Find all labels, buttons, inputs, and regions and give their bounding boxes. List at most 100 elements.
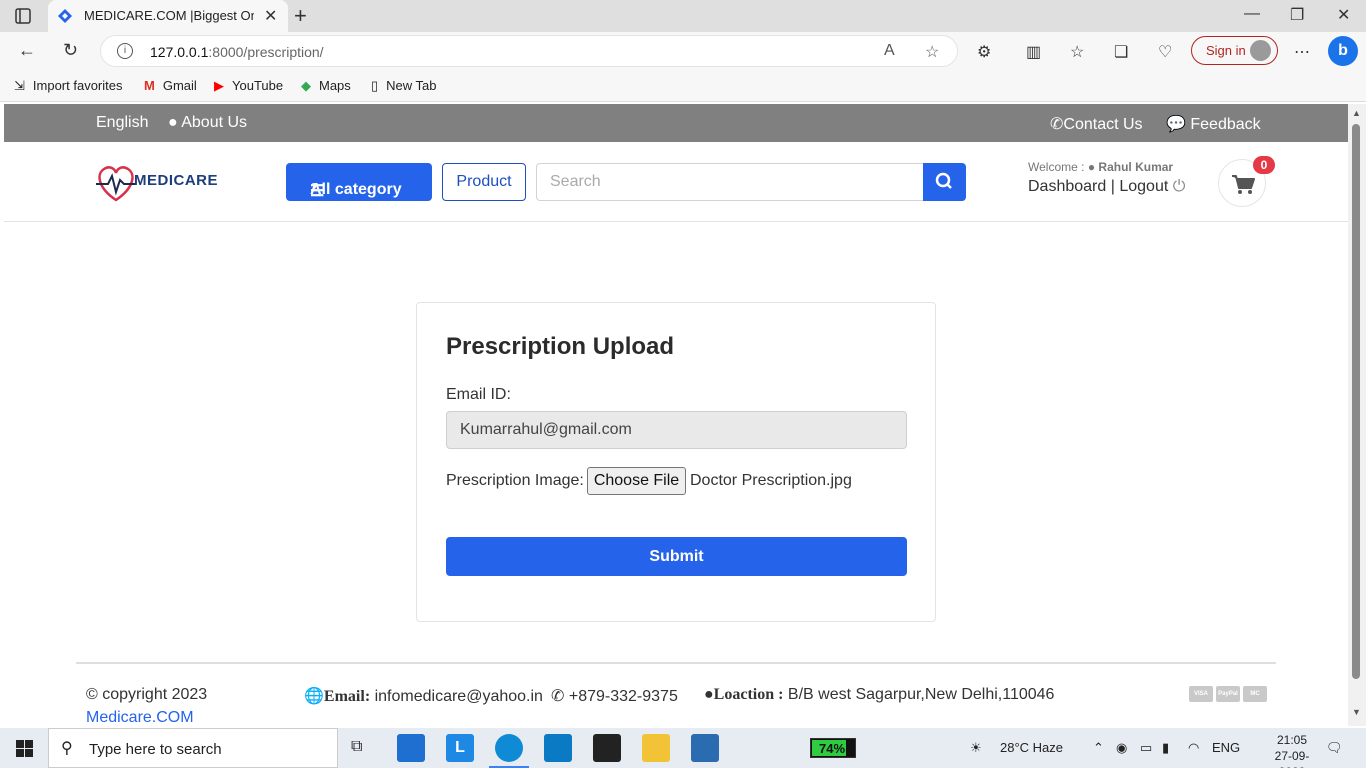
footer-location: ●Loaction : B/B west Sagarpur,New Delhi,… [704,686,1055,703]
edge-icon[interactable] [495,734,523,762]
bookmark-maps[interactable]: ◆ Maps [301,78,351,94]
bookmark-youtube[interactable]: ▶ YouTube [214,78,283,94]
email-label: Email ID: [446,386,511,403]
bookmark-import-favorites[interactable]: ⇲ Import favorites [14,78,123,94]
phone-icon: ✆ [551,688,565,705]
read-aloud-icon[interactable]: A [884,42,895,60]
record-icon[interactable]: ◉ [1116,740,1127,756]
windows-start-icon[interactable] [16,740,33,757]
site-header: MEDICARE ☰ All category ▼ Product Welcom… [4,142,1348,222]
task-view-icon[interactable]: ⧉ [351,738,362,756]
all-category-dropdown[interactable]: ☰ All category ▼ [286,163,432,201]
prescription-upload-card: Prescription Upload Email ID: Prescripti… [416,302,936,622]
taskbar-search[interactable]: ⚲ Type here to search [48,728,338,768]
page-icon: ▯ [371,78,379,93]
welcome-text: Welcome : ● Rahul Kumar [1028,160,1174,174]
search-icon: ⚲ [61,740,73,757]
language-indicator[interactable]: ENG [1212,740,1240,755]
file-explorer-icon[interactable] [642,734,670,762]
vscode-icon[interactable] [544,734,572,762]
user-circle-icon: ● [168,114,178,131]
back-icon[interactable]: ← [18,40,36,61]
address-bar[interactable]: i 127.0.0.1:8000/prescription/ A ☆ [100,35,958,67]
split-screen-icon[interactable]: ▥ [1026,42,1041,62]
language-link[interactable]: English [96,114,148,132]
product-button[interactable]: Product [442,163,526,201]
l-app-icon[interactable]: L [446,734,474,762]
wifi-icon[interactable]: ◠ [1188,740,1199,756]
refresh-icon[interactable]: ↻ [63,40,78,61]
medicare-logo[interactable]: MEDICARE [94,162,224,204]
close-tab-icon[interactable]: ✕ [264,6,277,26]
import-icon: ⇲ [14,78,25,93]
bookmarks-bar: ⇲ Import favorites M Gmail ▶ YouTube ◆ Maps … [0,70,1366,102]
search-input[interactable] [536,163,924,201]
footer-phone: ✆ +879-332-9375 [551,688,678,705]
about-us-link[interactable]: ● About Us [168,114,247,132]
page-scrollbar[interactable]: ▲ ▼ [1348,104,1366,726]
site-info-icon[interactable]: i [117,43,133,59]
photos-icon[interactable] [691,734,719,762]
battery-indicator[interactable]: 74% [810,738,856,758]
taskbar-clock[interactable]: 21:0527-09-2023 [1262,732,1322,768]
comment-icon: 💬 [1166,116,1186,133]
dashboard-link[interactable]: Dashboard [1028,178,1106,195]
browser-tab-active[interactable]: MEDICARE.COM |Biggest Online ✕ [48,0,288,32]
windows-taskbar: ⚲ Type here to search ⧉ L 74% ☀ 28°C Haz… [0,728,1366,768]
battery-tray-icon[interactable]: ▮ [1162,740,1169,756]
youtube-icon: ▶ [214,78,224,93]
prescription-image-label: Prescription Image: [446,472,584,489]
tab-actions-icon[interactable] [14,7,32,25]
close-window-icon[interactable]: ✕ [1337,5,1350,25]
address-toolbar: ← ↻ i 127.0.0.1:8000/prescription/ A ☆ ⚙… [0,32,1366,70]
collections-icon[interactable]: ❏ [1114,42,1128,62]
store-icon[interactable] [397,734,425,762]
chevron-up-icon[interactable]: ⌃ [1093,740,1104,756]
avatar [1250,40,1271,61]
restore-icon[interactable]: ❐ [1290,5,1304,25]
globe-icon: 🌐 [304,688,324,705]
user-circle-icon: ● [1087,160,1096,174]
visa-card-icon: VISA [1189,686,1213,702]
phone-icon: ✆ [1050,116,1064,133]
form-title: Prescription Upload [446,333,675,360]
bookmark-gmail[interactable]: M Gmail [144,78,197,93]
choose-file-button[interactable]: Choose File [587,467,686,495]
site-favicon-icon [58,9,72,23]
url-text: 127.0.0.1:8000/prescription/ [150,44,324,60]
weather-icon[interactable]: ☀ [970,740,982,756]
submit-button[interactable]: Submit [446,537,907,576]
bookmark-new-tab[interactable]: ▯ New Tab [371,78,437,94]
email-field[interactable] [446,411,907,449]
cart-count-badge: 0 [1253,156,1275,174]
site-link[interactable]: Medicare.COM [86,709,194,726]
copyright-text: © copyright 2023 [86,686,208,703]
sign-in-button[interactable]: Sign in [1191,36,1278,65]
favorite-star-icon[interactable]: ☆ [925,42,939,62]
feedback-link[interactable]: 💬 Feedback [1166,114,1261,134]
notification-icon[interactable]: 🗨 [1326,740,1343,756]
minimize-icon[interactable]: — [1244,5,1260,23]
scroll-up-icon[interactable]: ▲ [1352,108,1361,118]
logout-link[interactable]: Logout ⏻ [1119,178,1185,195]
tab-title: MEDICARE.COM |Biggest Online [84,8,254,23]
footer-email: 🌐Email: infomedicare@yahoo.in [304,688,543,705]
caret-down-icon: ▼ [310,181,320,192]
gmail-icon: M [144,78,155,93]
footer-divider [76,662,1276,664]
scroll-down-icon[interactable]: ▼ [1352,707,1361,717]
new-tab-icon[interactable]: + [294,3,307,29]
weather-text[interactable]: 28°C Haze [1000,740,1063,755]
extensions-icon[interactable]: ⚙ [977,42,991,62]
bing-copilot-icon[interactable]: b [1328,36,1358,66]
search-button[interactable] [923,163,966,201]
favorites-icon[interactable]: ☆ [1070,42,1084,62]
scroll-thumb[interactable] [1352,124,1360,679]
display-icon[interactable]: ▭ [1140,740,1152,756]
more-menu-icon[interactable]: ⋯ [1294,42,1310,62]
selected-file-name: Doctor Prescription.jpg [690,472,852,489]
browser-essentials-icon[interactable]: ♡ [1158,42,1172,62]
account-links: Dashboard | Logout ⏻ [1028,178,1186,195]
terminal-icon[interactable] [593,734,621,762]
contact-us-link[interactable]: ✆Contact Us [1050,114,1143,134]
